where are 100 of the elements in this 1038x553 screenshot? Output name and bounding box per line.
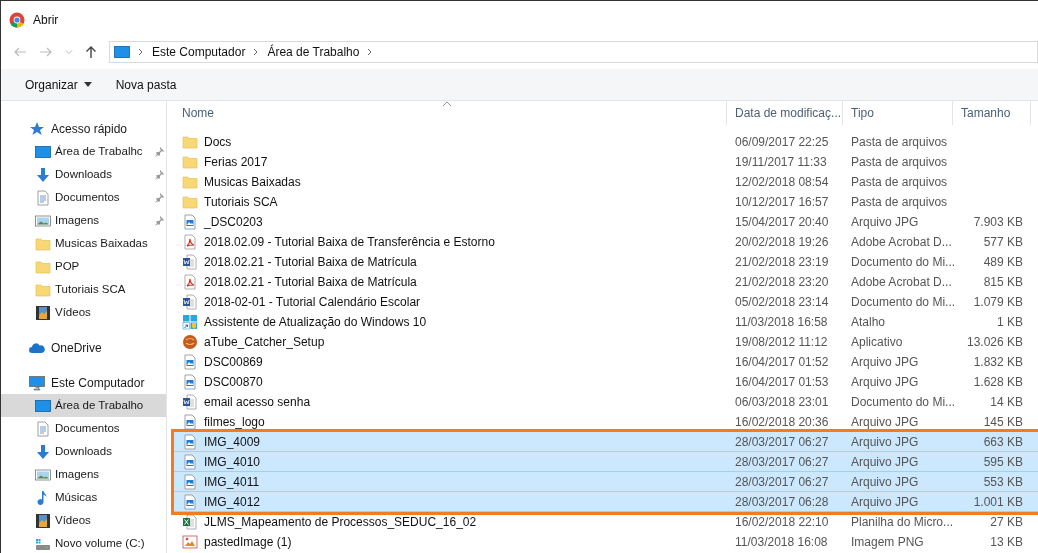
- sidebar-item[interactable]: Tutoriais SCA: [1, 278, 166, 301]
- file-type: Arquivo JPG: [850, 493, 920, 511]
- file-row[interactable]: 2018-02-01 - Tutorial Calendário Escolar 05/02/2018 23:14 Documento do Mi... 1.079 KB: [174, 292, 1038, 312]
- file-row[interactable]: IMG_4011 28/03/2017 06:27 Arquivo JPG 553 KB: [174, 472, 1038, 492]
- modified-date: 28/03/2017 06:27: [734, 473, 830, 491]
- file-type: Arquivo JPG: [850, 433, 920, 451]
- sidebar-section[interactable]: Este Computador: [1, 371, 166, 394]
- file-row[interactable]: Ferias 2017 19/11/2017 11:33 Pasta de arquivos: [174, 152, 1038, 172]
- modified-date: 21/02/2018 23:19: [734, 254, 830, 271]
- file-type: Arquivo JPG: [850, 453, 920, 471]
- modified-date: 16/02/2018 20:36: [734, 414, 830, 431]
- file-type: Documento do Mi...: [850, 254, 953, 271]
- windows-shortcut-icon: [182, 314, 198, 330]
- file-size: 663 KB: [983, 433, 1023, 451]
- file-row[interactable]: Tutoriais SCA 10/12/2017 16:57 Pasta de arquivos: [174, 192, 1038, 212]
- desktop-icon: [35, 143, 51, 160]
- sidebar-item[interactable]: Documentos: [1, 186, 166, 209]
- file-row[interactable]: Musicas Baixadas 12/02/2018 08:54 Pasta de arquivos: [174, 172, 1038, 192]
- image-file-icon: [182, 374, 198, 390]
- modified-date: 19/08/2012 11:12: [734, 334, 829, 351]
- modified-date: 20/02/2018 19:26: [734, 234, 830, 251]
- file-row[interactable]: Docs 06/09/2017 22:25 Pasta de arquivos: [174, 132, 1038, 152]
- image-file-icon: [182, 534, 198, 550]
- desktop-icon: [114, 44, 130, 60]
- sidebar-item[interactable]: Documentos: [1, 417, 166, 440]
- dropdown-caret-icon: [83, 82, 92, 87]
- address-bar[interactable]: Este Computador Área de Trabalho: [109, 41, 1038, 63]
- forward-arrow-icon[interactable]: [39, 45, 53, 59]
- file-row[interactable]: DSC00870 16/04/2017 01:53 Arquivo JPG 1.628 KB: [174, 372, 1038, 392]
- sidebar-item[interactable]: Novo volume (C:): [1, 532, 166, 553]
- column-header[interactable]: Tamanho: [953, 101, 1031, 125]
- file-name: 2018-02-01 - Tutorial Calendário Escolar: [204, 294, 421, 311]
- sidebar-item[interactable]: Vídeos: [1, 301, 166, 324]
- column-header[interactable]: Data de modificaç...: [727, 101, 843, 125]
- file-row[interactable]: 2018.02.21 - Tutorial Baixa de Matrícula 21/02/2018 23:19 Documento do Mi... 489 KB: [174, 252, 1038, 272]
- sidebar-section[interactable]: Acesso rápido: [1, 117, 166, 140]
- file-row[interactable]: pastedImage (1) 11/03/2018 16:08 Imagem PNG 13 KB: [174, 532, 1038, 552]
- file-row[interactable]: Assistente de Atualização do Windows 10 11/03/2018 16:58 Atalho 1 KB: [174, 312, 1038, 332]
- file-size: 489 KB: [983, 254, 1023, 271]
- file-name: IMG_4009: [204, 433, 261, 451]
- sidebar-item[interactable]: Imagens: [1, 209, 166, 232]
- modified-date: 16/04/2017 01:53: [734, 374, 830, 391]
- file-type: Arquivo JPG: [850, 374, 920, 391]
- file-row[interactable]: email acesso senha 06/03/2018 23:01 Documento do Mi... 14 KB: [174, 392, 1038, 412]
- up-arrow-icon[interactable]: [85, 45, 97, 59]
- file-name: email acesso senha: [204, 394, 311, 411]
- file-type: Imagem PNG: [850, 534, 925, 551]
- modified-date: 28/03/2017 06:27: [734, 453, 830, 471]
- sidebar-item[interactable]: Área de Trabalhc: [1, 140, 166, 163]
- sidebar-item[interactable]: Vídeos: [1, 509, 166, 532]
- chevron-down-icon[interactable]: [65, 48, 73, 56]
- file-type: Atalho: [850, 314, 887, 331]
- back-arrow-icon[interactable]: [13, 45, 27, 59]
- file-size: 7.903 KB: [973, 214, 1023, 231]
- star-icon: [29, 120, 45, 137]
- column-header[interactable]: Nome: [174, 101, 727, 125]
- sidebar-item[interactable]: Imagens: [1, 463, 166, 486]
- file-size: 1.832 KB: [973, 354, 1023, 371]
- file-type: Arquivo JPG: [850, 354, 920, 371]
- modified-date: 11/03/2018 16:08: [734, 534, 829, 551]
- modified-date: 05/02/2018 23:14: [734, 294, 830, 311]
- file-name: DSC00869: [204, 354, 263, 371]
- sidebar-item[interactable]: Músicas: [1, 486, 166, 509]
- file-name: JLMS_Mapeamento de Processos_SEDUC_16_02: [204, 514, 477, 531]
- toolbar-button[interactable]: Organizar: [25, 75, 92, 94]
- pin-icon: [154, 146, 164, 157]
- file-size: 815 KB: [983, 274, 1023, 291]
- sidebar-item[interactable]: Área de Trabalho: [1, 394, 166, 417]
- sidebar-item[interactable]: POP: [1, 255, 166, 278]
- sidebar-section[interactable]: OneDrive: [1, 336, 166, 359]
- file-size: 1.079 KB: [973, 294, 1023, 311]
- file-row[interactable]: _DSC0203 15/04/2017 20:40 Arquivo JPG 7.903 KB: [174, 212, 1038, 232]
- column-header[interactable]: Tipo: [843, 101, 953, 125]
- file-name: IMG_4012: [204, 493, 261, 511]
- file-type: Planilha do Micro...: [850, 514, 953, 531]
- file-row[interactable]: 2018.02.21 - Tutorial Baixa de Matrícula 21/02/2018 23:20 Adobe Acrobat D... 815 KB: [174, 272, 1038, 292]
- file-row[interactable]: 2018.02.09 - Tutorial Baixa de Transferência e Estorno 20/02/2018 19:26 Adobe Acrobat D... 577 KB: [174, 232, 1038, 252]
- toolbar-button[interactable]: Nova pasta: [115, 75, 177, 94]
- file-row[interactable]: DSC00869 16/04/2017 01:52 Arquivo JPG 1.832 KB: [174, 352, 1038, 372]
- sidebar-item[interactable]: Downloads: [1, 163, 166, 186]
- file-row[interactable]: IMG_4012 28/03/2017 06:28 Arquivo JPG 1.001 KB: [174, 492, 1038, 512]
- file-row[interactable]: IMG_4009 28/03/2017 06:27 Arquivo JPG 663 KB: [174, 432, 1038, 452]
- file-type: Documento do Mi...: [850, 394, 953, 411]
- sidebar-item[interactable]: Musicas Baixadas: [1, 232, 166, 255]
- file-row[interactable]: IMG_4010 28/03/2017 06:27 Arquivo JPG 595 KB: [174, 452, 1038, 472]
- sort-ascending-icon: [442, 101, 452, 107]
- file-size: 553 KB: [983, 473, 1023, 491]
- modified-date: 16/02/2018 22:10: [734, 514, 830, 531]
- download-icon: [35, 166, 51, 183]
- breadcrumb-item[interactable]: Área de Trabalho: [267, 43, 360, 61]
- file-type: Pasta de arquivos: [850, 154, 949, 171]
- word-file-icon: [182, 254, 198, 270]
- modified-date: 06/09/2017 22:25: [734, 134, 830, 151]
- file-row[interactable]: aTube_Catcher_Setup 19/08/2012 11:12 Aplicativo 13.026 KB: [174, 332, 1038, 352]
- file-row[interactable]: JLMS_Mapeamento de Processos_SEDUC_16_02 16/02/2018 22:10 Planilha do Micro... 27 KB: [174, 512, 1038, 532]
- file-type: Documento do Mi...: [850, 294, 953, 311]
- breadcrumb-item[interactable]: Este Computador: [152, 43, 246, 61]
- file-row[interactable]: filmes_logo 16/02/2018 20:36 Arquivo JPG 145 KB: [174, 412, 1038, 432]
- sidebar-item[interactable]: Downloads: [1, 440, 166, 463]
- modified-date: 19/11/2017 11:33: [734, 154, 828, 171]
